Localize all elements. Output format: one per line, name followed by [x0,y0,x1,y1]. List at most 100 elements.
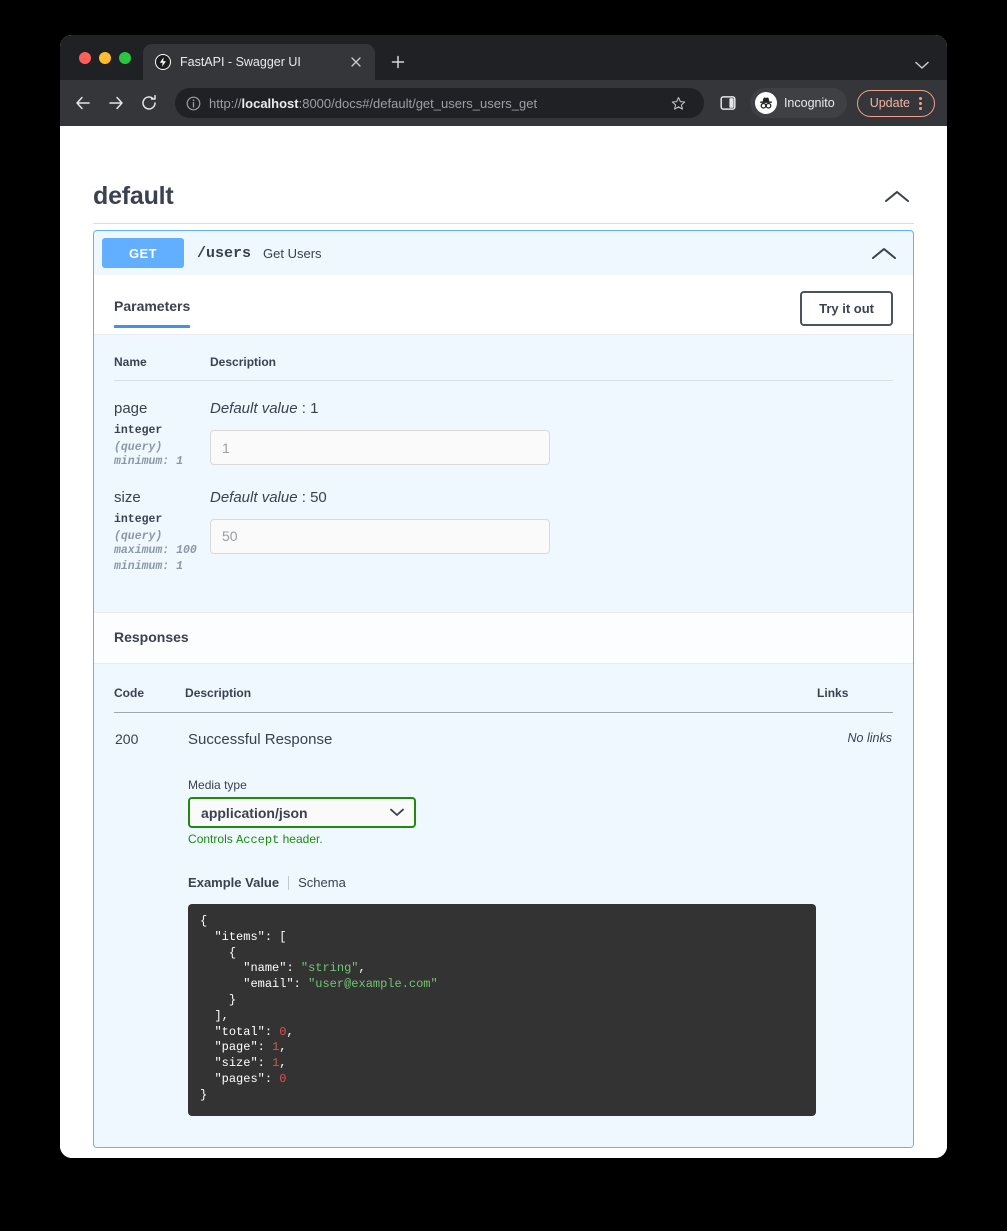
parameter-name: size [114,489,210,506]
chevron-up-icon[interactable] [884,189,914,204]
page-title: default [93,182,884,211]
response-links-cell: No links [817,713,893,1117]
chevron-down-icon [390,804,404,822]
parameter-default-value: 1 [310,400,318,417]
table-row: size integer (query) maximum: 100 minimu… [114,470,893,574]
media-type-select[interactable]: application/json [188,797,416,828]
column-header-name: Name [114,355,210,381]
table-row: page integer (query) minimum: 1 Default … [114,381,893,470]
responses-title: Responses [114,629,189,645]
try-it-out-button[interactable]: Try it out [800,291,893,326]
chevron-down-icon[interactable] [915,35,947,80]
parameter-input-page[interactable] [210,430,550,465]
browser-tab-title: FastAPI - Swagger UI [180,55,338,69]
browser-tab[interactable]: FastAPI - Swagger UI [143,44,375,80]
browser-toolbar: http://localhost:8000/docs#/default/get_… [60,80,947,126]
swagger-content: default GET /users Get Users [60,130,947,1148]
update-button[interactable]: Update [857,90,935,117]
new-tab-button[interactable] [384,48,412,76]
column-header-code: Code [114,686,185,713]
parameter-default-value: 50 [310,489,327,506]
responses-table-header: Code Description Links [114,686,893,713]
fastapi-logo-icon [155,54,171,70]
operation-block-get-users: GET /users Get Users Parameters [93,230,914,1148]
parameter-description-cell: Default value : 1 [210,381,893,470]
browser-window: FastAPI - Swagger UI [60,35,947,1158]
chevron-up-icon[interactable] [871,246,901,261]
parameter-default-label: Default value [210,489,298,506]
operation-path: /users [197,245,251,262]
parameter-default: Default value : 1 [210,400,893,417]
parameter-location: (query) [114,530,210,543]
close-icon[interactable] [347,53,365,71]
response-description: Successful Response [186,731,816,748]
window-traffic-lights [60,35,143,80]
parameters-tab-row: Parameters Try it out [94,275,913,334]
parameters-table: Name Description page integer [114,355,893,574]
parameter-location: (query) [114,441,210,454]
page-viewport: http://localhost:8000/openapi.json defau… [60,126,947,1158]
kebab-menu-icon[interactable] [912,93,928,113]
response-code: 200 [115,731,184,747]
parameter-name: page [114,400,210,417]
column-header-description: Description [210,355,893,381]
column-header-description: Description [185,686,817,713]
media-type-selected-value: application/json [201,805,390,821]
arrow-right-icon[interactable] [101,88,131,118]
star-icon[interactable] [666,90,692,116]
operation-body: Parameters Try it out Name [94,275,913,1147]
parameter-type: integer [114,424,210,437]
example-value-code-block[interactable]: { "items": [ { "name": "string", "email"… [188,904,816,1116]
maximize-window-button[interactable] [119,52,131,64]
media-hint-code: Accept [236,833,279,847]
operation-summary-text: Get Users [263,246,871,261]
tag-section-header[interactable]: default [93,130,914,223]
parameter-default-label: Default value [210,400,298,417]
address-bar[interactable]: http://localhost:8000/docs#/default/get_… [175,88,704,118]
column-header-links: Links [817,686,893,713]
parameter-constraint-max: maximum: 100 [114,543,210,559]
info-circle-icon[interactable] [186,96,201,111]
responses-table: Code Description Links 200 [114,686,893,1117]
http-method-badge: GET [102,238,184,268]
parameter-meta-cell: page integer (query) minimum: 1 [114,381,210,470]
tab-example-value[interactable]: Example Value [188,875,279,890]
incognito-profile-button[interactable]: Incognito [750,88,847,118]
example-value-code: { "items": [ { "name": "string", "email"… [200,914,804,1104]
example-tabs: Example Value Schema [188,875,816,890]
incognito-label: Incognito [784,96,835,110]
swagger-ui-page: http://localhost:8000/openapi.json defau… [60,126,947,1148]
operation-summary-row[interactable]: GET /users Get Users [94,231,913,275]
response-links: No links [818,731,892,745]
minimize-window-button[interactable] [99,52,111,64]
media-hint-suffix: header. [279,832,322,846]
browser-tab-strip: FastAPI - Swagger UI [60,35,947,80]
incognito-hat-icon [755,92,777,114]
parameter-description-cell: Default value : 50 [210,470,893,574]
parameters-section: Name Description page integer [94,335,913,612]
address-bar-url: http://localhost:8000/docs#/default/get_… [209,96,656,111]
parameters-table-header: Name Description [114,355,893,381]
tab-parameters[interactable]: Parameters [114,298,190,328]
parameter-default: Default value : 50 [210,489,893,506]
media-type-hint: Controls Accept header. [188,832,816,847]
response-code-cell: 200 [114,713,185,1117]
media-type-block: Media type application/json [186,748,816,1116]
response-description-cell: Successful Response Media type applicati… [185,713,817,1117]
update-label: Update [870,96,910,110]
tab-divider [288,876,289,890]
parameter-type: integer [114,513,210,526]
parameter-meta-cell: size integer (query) maximum: 100 minimu… [114,470,210,574]
arrow-left-icon[interactable] [68,88,98,118]
side-panel-icon[interactable] [713,88,743,118]
close-window-button[interactable] [79,52,91,64]
reload-icon[interactable] [134,88,164,118]
section-divider [93,223,914,224]
responses-header: Responses [94,612,913,664]
parameter-input-size[interactable] [210,519,550,554]
parameter-constraint-min: minimum: 1 [114,559,210,575]
table-row: 200 Successful Response Media type ap [114,713,893,1117]
tab-schema[interactable]: Schema [298,875,346,890]
media-type-label: Media type [188,778,816,792]
parameter-constraint: minimum: 1 [114,454,210,470]
